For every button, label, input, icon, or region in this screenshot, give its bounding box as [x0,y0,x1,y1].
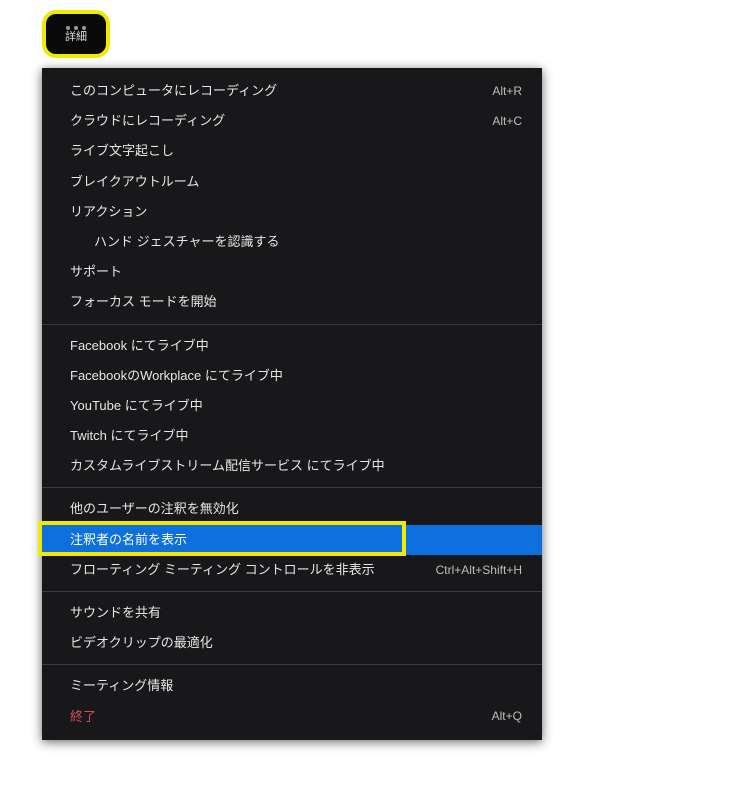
menu-item[interactable]: 注釈者の名前を表示 [42,525,542,555]
menu-item-shortcut: Ctrl+Alt+Shift+H [436,562,522,579]
menu-item[interactable]: Facebook にてライブ中 [42,331,542,361]
menu-item[interactable]: カスタムライブストリーム配信サービス にてライブ中 [42,451,542,481]
menu-item[interactable]: ライブ文字起こし [42,136,542,166]
menu-item[interactable]: サウンドを共有 [42,598,542,628]
menu-item-label: YouTube にてライブ中 [70,397,203,415]
menu-item[interactable]: FacebookのWorkplace にてライブ中 [42,361,542,391]
menu-item[interactable]: ハンド ジェスチャーを認識する [42,227,542,257]
menu-item[interactable]: 他のユーザーの注釈を無効化 [42,494,542,524]
menu-item-shortcut: Alt+Q [492,708,522,725]
menu-item-shortcut: Alt+C [492,113,522,130]
more-menu: このコンピュータにレコーディング Alt+R クラウドにレコーディング Alt+C ライ… [42,68,542,740]
ellipsis-icon [66,26,86,30]
menu-item[interactable]: フローティング ミーティング コントロールを非表示 Ctrl+Alt+Shift+… [42,555,542,585]
menu-item[interactable]: YouTube にてライブ中 [42,391,542,421]
menu-item-label: フォーカス モードを開始 [70,293,217,311]
menu-item-label: サウンドを共有 [70,604,161,622]
menu-item-label: ライブ文字起こし [70,142,174,160]
more-button-label: 詳細 [65,32,87,43]
menu-separator [42,324,542,325]
menu-item-label: フローティング ミーティング コントロールを非表示 [70,561,375,579]
menu-item[interactable]: サポート [42,257,542,287]
menu-item[interactable]: ミーティング情報 [42,671,542,701]
menu-item-label: ミーティング情報 [70,677,173,695]
menu-item-label: FacebookのWorkplace にてライブ中 [70,367,283,385]
menu-item[interactable]: Twitch にてライブ中 [42,421,542,451]
more-button[interactable]: 詳細 [42,10,110,58]
menu-item-label: クラウドにレコーディング [70,112,225,130]
menu-item-label: リアクション [70,203,147,221]
menu-separator [42,664,542,665]
menu-item[interactable]: フォーカス モードを開始 [42,287,542,317]
menu-item[interactable]: 終了 Alt+Q [42,702,542,732]
menu-item[interactable]: ビデオクリップの最適化 [42,628,542,658]
menu-item[interactable]: リアクション [42,197,542,227]
menu-item-label: ブレイクアウトルーム [70,173,199,191]
menu-item-label: このコンピュータにレコーディング [70,82,277,100]
menu-item-label: ビデオクリップの最適化 [70,634,213,652]
menu-item[interactable]: クラウドにレコーディング Alt+C [42,106,542,136]
menu-item-label: Twitch にてライブ中 [70,427,188,445]
menu-item-shortcut: Alt+R [492,83,522,100]
menu-item-label: 終了 [70,708,96,726]
menu-separator [42,591,542,592]
menu-item-label: 注釈者の名前を表示 [70,531,187,549]
menu-item-label: サポート [70,263,122,281]
menu-item-label: ハンド ジェスチャーを認識する [94,233,279,251]
menu-item[interactable]: ブレイクアウトルーム [42,167,542,197]
menu-item-label: Facebook にてライブ中 [70,337,209,355]
menu-item-label: 他のユーザーの注釈を無効化 [70,500,239,518]
menu-separator [42,487,542,488]
menu-item-label: カスタムライブストリーム配信サービス にてライブ中 [70,457,385,475]
menu-item[interactable]: このコンピュータにレコーディング Alt+R [42,76,542,106]
